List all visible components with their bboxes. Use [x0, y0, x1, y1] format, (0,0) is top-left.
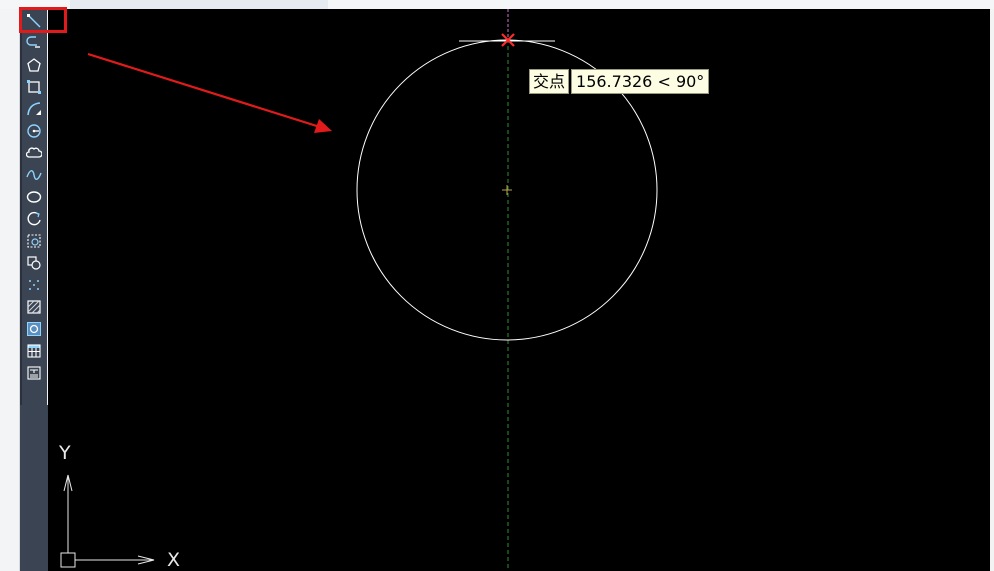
- insert-block-icon: [27, 234, 41, 248]
- snap-type-label: 交点: [529, 69, 570, 94]
- window-top-bar: [0, 0, 994, 10]
- table-icon: [27, 344, 41, 358]
- ellipse-arc-tool-button[interactable]: [24, 209, 44, 229]
- ellipse-icon: [26, 191, 42, 203]
- left-panel-strip: [0, 9, 20, 571]
- point-icon: [29, 280, 39, 290]
- hatch-icon: [27, 300, 41, 314]
- circle-icon: [27, 124, 41, 138]
- point-tool-button[interactable]: [24, 275, 44, 295]
- arc-tool-button[interactable]: [24, 99, 44, 119]
- polar-coordinate-value: 156.7326 < 90°: [571, 69, 710, 94]
- ucs-x-label: X: [167, 549, 181, 571]
- make-block-icon: [27, 256, 41, 270]
- revision-cloud-tool-button[interactable]: [24, 143, 44, 163]
- spline-tool-button[interactable]: [24, 165, 44, 185]
- spline-icon: [26, 170, 42, 180]
- revision-cloud-icon: [26, 147, 42, 158]
- ellipse-tool-button[interactable]: [24, 187, 44, 207]
- ucs-icon: [60, 474, 155, 568]
- multiline-text-icon: [27, 366, 41, 380]
- drawing-layer: [60, 9, 658, 571]
- rectangle-icon: [27, 80, 41, 94]
- region-tool-button[interactable]: [24, 319, 44, 339]
- draw-toolbar: [20, 9, 47, 405]
- table-tool-button[interactable]: [24, 341, 44, 361]
- make-block-tool-button[interactable]: [24, 253, 44, 273]
- right-edge: [990, 9, 994, 571]
- annotation-arrow: [87, 52, 332, 133]
- snap-tooltip: 交点 156.7326 < 90°: [529, 69, 710, 94]
- drawing-canvas[interactable]: Y X 交点 156.7326 < 90°: [48, 9, 994, 571]
- multiline-text-tool-button[interactable]: [24, 363, 44, 383]
- tool-highlight-box: [19, 7, 67, 33]
- hatch-tool-button[interactable]: [24, 297, 44, 317]
- rectangle-tool-button[interactable]: [24, 77, 44, 97]
- toolbar-background: [20, 405, 48, 571]
- insert-block-tool-button[interactable]: [24, 231, 44, 251]
- region-icon: [27, 322, 41, 336]
- circle-tool-button[interactable]: [24, 121, 44, 141]
- arc-icon: [27, 102, 41, 116]
- ucs-y-label: Y: [59, 442, 71, 464]
- polygon-tool-button[interactable]: [24, 55, 44, 75]
- polyline-icon: [26, 36, 40, 48]
- ellipse-arc-icon: [27, 211, 41, 226]
- polyline-tool-button[interactable]: [24, 33, 44, 53]
- polygon-icon: [27, 58, 41, 72]
